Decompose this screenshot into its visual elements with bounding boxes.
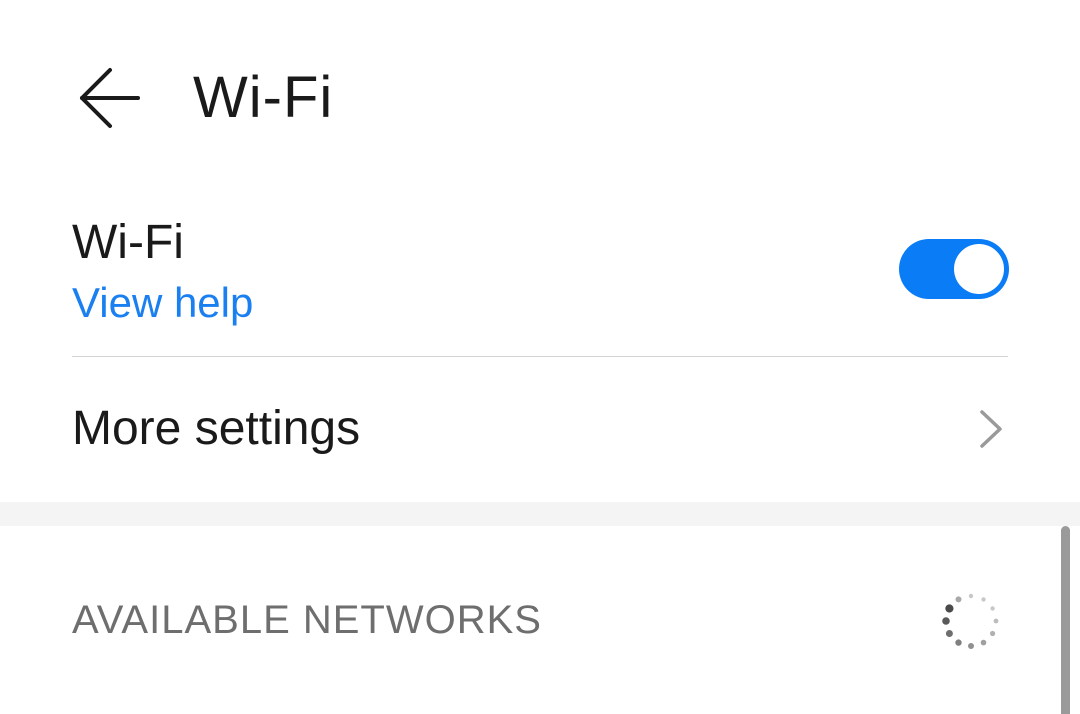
scrollbar[interactable] <box>1061 526 1070 714</box>
view-help-link[interactable]: View help <box>72 277 253 329</box>
arrow-left-icon <box>80 68 140 128</box>
wifi-toggle-row[interactable]: Wi-Fi View help <box>0 200 1080 356</box>
app-bar: Wi-Fi <box>0 0 1080 190</box>
more-settings-label: More settings <box>72 402 361 455</box>
wifi-settings-screen: Wi-Fi Wi-Fi View help More settings AVAI… <box>0 0 1080 714</box>
more-settings-row[interactable]: More settings <box>0 357 1080 502</box>
back-button[interactable] <box>66 58 150 138</box>
loading-spinner-icon <box>942 593 999 649</box>
available-networks-header: AVAILABLE NETWORKS <box>72 598 542 642</box>
toggle-knob <box>954 244 1004 294</box>
chevron-right-icon <box>980 410 1002 448</box>
wifi-toggle-switch[interactable] <box>899 239 1009 299</box>
section-separator <box>0 502 1080 526</box>
page-title: Wi-Fi <box>193 65 334 130</box>
wifi-label: Wi-Fi <box>72 216 184 269</box>
